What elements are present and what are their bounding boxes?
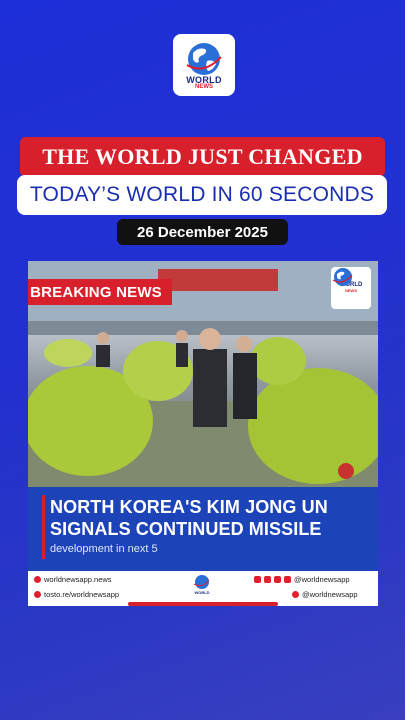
headline-banner: THE WORLD JUST CHANGED bbox=[20, 137, 385, 177]
youtube-icon[interactable] bbox=[264, 576, 271, 583]
footer-accent-bar bbox=[128, 602, 278, 606]
footer-logo-word: WORLD bbox=[194, 590, 210, 595]
globe-icon bbox=[193, 575, 210, 589]
caption-panel: NORTH KOREA'S KIM JONG UN SIGNALS CONTIN… bbox=[28, 487, 378, 571]
twitter-icon bbox=[292, 591, 299, 598]
date-badge: 26 December 2025 bbox=[117, 219, 288, 245]
card-footer: worldnewsapp.news tosto.re/worldnewsapp … bbox=[28, 571, 378, 606]
website-text: worldnewsapp.news bbox=[44, 575, 112, 584]
app-link-text: tosto.re/worldnewsapp bbox=[44, 590, 120, 599]
handle-text-1: @worldnewsapp bbox=[294, 575, 350, 584]
logo-sub: NEWS bbox=[195, 83, 213, 90]
caption-accent-bar bbox=[42, 495, 45, 559]
snapchat-icon[interactable] bbox=[274, 576, 281, 583]
photo-logo: WORLD NEWS bbox=[331, 267, 371, 309]
link-icon bbox=[34, 576, 41, 583]
globe-icon bbox=[186, 42, 222, 75]
handle-text-2: @worldnewsapp bbox=[302, 590, 358, 599]
social-row[interactable]: @worldnewsapp bbox=[254, 575, 350, 584]
facebook-icon[interactable] bbox=[254, 576, 261, 583]
breaking-news-badge: BREAKING NEWS bbox=[28, 279, 172, 305]
link-icon bbox=[34, 591, 41, 598]
news-photo: BREAKING NEWS WORLD NEWS bbox=[28, 261, 378, 487]
globe-icon bbox=[332, 268, 353, 286]
website-row[interactable]: worldnewsapp.news bbox=[34, 575, 112, 584]
app-link-row[interactable]: tosto.re/worldnewsapp bbox=[34, 590, 119, 599]
photo-logo-sub: NEWS bbox=[345, 288, 357, 293]
twitter-row[interactable]: @worldnewsapp bbox=[292, 590, 358, 599]
footer-logo: WORLD bbox=[191, 574, 213, 600]
caption-line-2: SIGNALS CONTINUED MISSILE bbox=[50, 519, 322, 539]
instagram-icon[interactable] bbox=[284, 576, 291, 583]
world-news-logo: WORLD NEWS bbox=[173, 34, 235, 96]
news-card[interactable]: BREAKING NEWS WORLD NEWS NORTH KOREA'S K… bbox=[28, 261, 378, 606]
subheadline-banner: TODAY’S WORLD IN 60 SECONDS bbox=[17, 175, 387, 215]
caption-subtext: development in next 5 bbox=[50, 543, 158, 555]
caption-line-1: NORTH KOREA'S KIM JONG UN bbox=[50, 497, 328, 517]
